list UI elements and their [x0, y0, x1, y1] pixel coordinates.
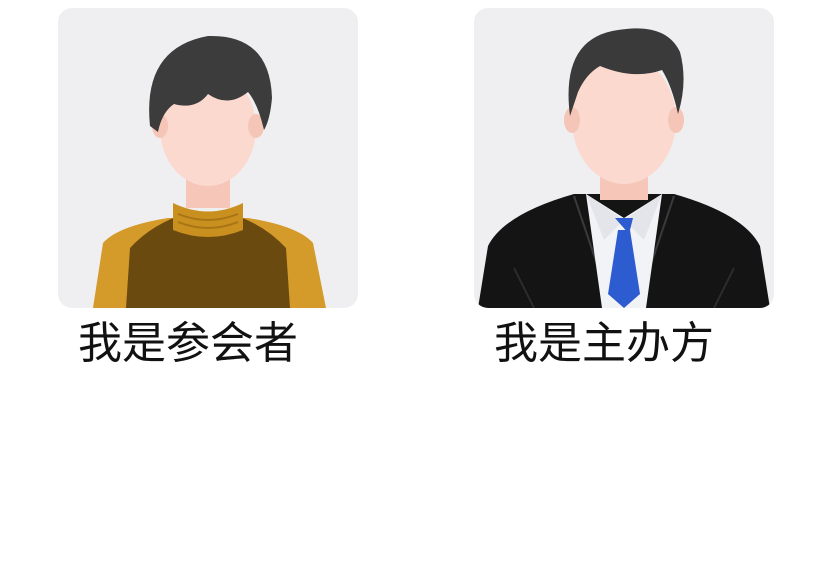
businessman-avatar-icon	[478, 28, 770, 308]
organizer-role-label[interactable]: 我是主办方	[454, 314, 754, 374]
attendee-avatar[interactable]	[58, 8, 358, 308]
attendee-role-card[interactable]: 我是参会者	[58, 8, 358, 374]
role-selection-screen: 我是参会者 我是主办方	[0, 0, 836, 572]
attendee-role-label[interactable]: 我是参会者	[38, 314, 338, 374]
organizer-role-card[interactable]: 我是主办方	[474, 8, 774, 374]
organizer-avatar[interactable]	[474, 8, 774, 308]
young-man-avatar-icon	[93, 35, 326, 308]
